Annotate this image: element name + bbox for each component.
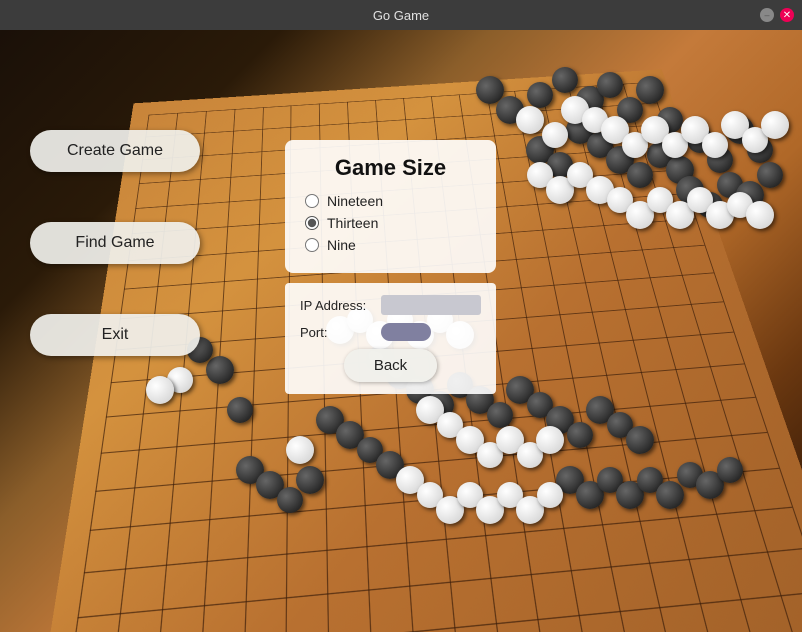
go-stone: [487, 402, 513, 428]
game-size-panel: Game Size Nineteen Thirteen Nine: [285, 140, 496, 273]
go-stone: [656, 481, 684, 509]
game-size-title: Game Size: [305, 155, 476, 181]
go-stone: [757, 162, 783, 188]
go-stone: [206, 356, 234, 384]
go-stone: [146, 376, 174, 404]
radio-label-thirteen: Thirteen: [327, 215, 378, 231]
ip-label: IP Address:: [300, 298, 375, 313]
go-stone: [702, 132, 728, 158]
radio-item-nine[interactable]: Nine: [305, 237, 476, 253]
exit-button[interactable]: Exit: [30, 314, 200, 356]
radio-label-nineteen: Nineteen: [327, 193, 383, 209]
minimize-button[interactable]: –: [760, 8, 774, 22]
radio-thirteen[interactable]: [305, 216, 319, 230]
radio-item-thirteen[interactable]: Thirteen: [305, 215, 476, 231]
go-stone: [626, 426, 654, 454]
titlebar: Go Game – ✕: [0, 0, 802, 30]
titlebar-controls: – ✕: [760, 8, 794, 22]
go-stone: [761, 111, 789, 139]
go-stone: [516, 106, 544, 134]
go-stone: [536, 426, 564, 454]
find-game-button[interactable]: Find Game: [30, 222, 200, 264]
back-button[interactable]: Back: [344, 349, 437, 382]
game-size-radio-group: Nineteen Thirteen Nine: [305, 193, 476, 253]
go-stone: [636, 76, 664, 104]
radio-label-nine: Nine: [327, 237, 356, 253]
window-title: Go Game: [373, 8, 429, 23]
port-field-row: Port:: [300, 323, 481, 341]
port-input[interactable]: [381, 323, 431, 341]
go-stone: [296, 466, 324, 494]
left-panel: Create Game Find Game Exit: [30, 130, 200, 356]
close-button[interactable]: ✕: [780, 8, 794, 22]
right-panel: Game Size Nineteen Thirteen Nine IP Ad: [285, 140, 496, 394]
go-stone: [552, 67, 578, 93]
find-game-panel: IP Address: Port: Back: [285, 283, 496, 394]
go-stone: [537, 482, 563, 508]
go-stone: [746, 201, 774, 229]
go-stone: [527, 82, 553, 108]
radio-nineteen[interactable]: [305, 194, 319, 208]
go-stone: [717, 457, 743, 483]
ip-address-input[interactable]: [381, 295, 481, 315]
go-stone: [542, 122, 568, 148]
go-stone: [567, 422, 593, 448]
go-stone: [277, 487, 303, 513]
radio-item-nineteen[interactable]: Nineteen: [305, 193, 476, 209]
ip-field-row: IP Address:: [300, 295, 481, 315]
go-stone: [227, 397, 253, 423]
radio-nine[interactable]: [305, 238, 319, 252]
port-label: Port:: [300, 325, 375, 340]
go-stone: [627, 162, 653, 188]
go-stone: [597, 72, 623, 98]
create-game-button[interactable]: Create Game: [30, 130, 200, 172]
go-stone: [286, 436, 314, 464]
